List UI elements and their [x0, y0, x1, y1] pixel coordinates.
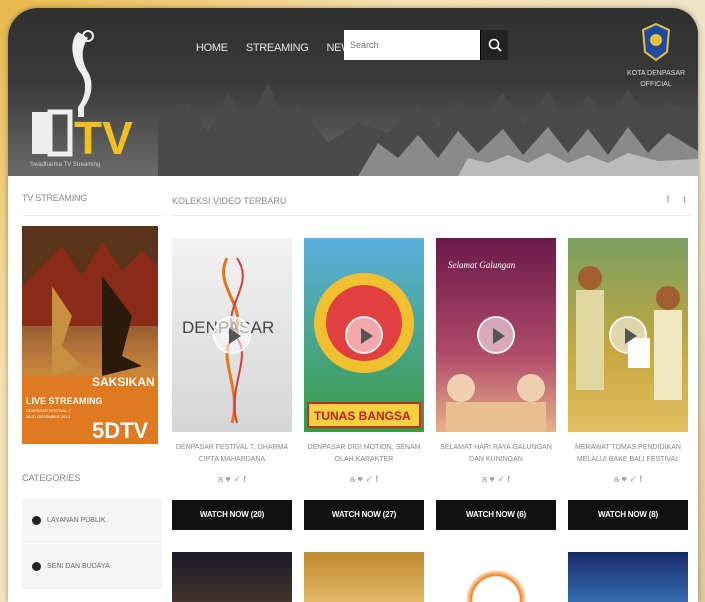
main-content: KOLEKSI VIDEO TERBARU f t DENPASAR DENPA…: [172, 186, 692, 602]
video-card: DENPASAR DENPASAR FESTIVAL 7, DHARMA CIP…: [172, 238, 292, 530]
video-thumbnail[interactable]: [436, 552, 556, 602]
search-icon: [488, 38, 502, 52]
svg-text:5DTV: 5DTV: [92, 418, 149, 443]
svg-text:SAKSIKAN: SAKSIKAN: [92, 375, 155, 389]
video-card: MERAWAT TOMAS PENDIDIKAN MELALUI BAKE BA…: [568, 238, 688, 530]
video-thumbnail[interactable]: Selamat Galungan: [436, 238, 556, 432]
watch-now-button[interactable]: WATCH NOW (8): [568, 500, 688, 530]
nav-home[interactable]: HOME: [196, 42, 228, 54]
video-card: TUNAS BANGSA DENPASAR DIGI MOTION, SENAM…: [304, 238, 424, 530]
browser-frame: TV Swadharma TV Streaming HOME STREAMING…: [8, 8, 698, 602]
watch-now-button[interactable]: WATCH NOW (6): [436, 500, 556, 530]
video-grid: DENPASAR DENPASAR FESTIVAL 7, DHARMA CIP…: [172, 238, 692, 530]
svg-text:LIVE STREAMING: LIVE STREAMING: [26, 396, 103, 406]
categories-list: LAYANAN PUBLIK SENI DAN BUDAYA: [22, 498, 162, 590]
play-icon[interactable]: [213, 316, 251, 354]
twitter-icon[interactable]: t: [683, 195, 686, 206]
sidebar: TV STREAMING SAKSIKAN LIVE STREAMING DEN…: [22, 186, 162, 602]
site-header: TV Swadharma TV Streaming HOME STREAMING…: [8, 8, 698, 176]
video-thumbnail[interactable]: DENPASAR: [172, 238, 292, 432]
svg-text:DENPASAR FESTIVAL 7: DENPASAR FESTIVAL 7: [26, 408, 71, 413]
category-item-layanan-publik[interactable]: LAYANAN PUBLIK: [22, 498, 162, 544]
header-temple-illustration: [158, 83, 698, 176]
video-thumbnail[interactable]: [568, 238, 688, 432]
share-icons[interactable]: a ♥ ✓ f: [304, 474, 424, 490]
watch-now-button[interactable]: WATCH NOW (27): [304, 500, 424, 530]
video-card: Selamat Galungan SELAMAT HARI RAYA GALUN…: [436, 238, 556, 530]
video-title[interactable]: DENPASAR FESTIVAL 7, DHARMA CIPTA MAHARD…: [172, 442, 292, 468]
video-collection-title: KOLEKSI VIDEO TERBARU: [172, 195, 287, 206]
nav-streaming[interactable]: STREAMING: [246, 42, 309, 54]
category-item-seni-budaya[interactable]: SENI DAN BUDAYA: [22, 544, 162, 590]
live-streaming-banner[interactable]: SAKSIKAN LIVE STREAMING DENPASAR FESTIVA…: [22, 226, 158, 444]
share-icons[interactable]: a ♥ ✓ f: [436, 474, 556, 490]
svg-text:TV: TV: [74, 112, 133, 164]
video-title[interactable]: MERAWAT TOMAS PENDIDIKAN MELALUI BAKE BA…: [568, 442, 688, 468]
video-title[interactable]: DENPASAR DIGI MOTION, SENAM OLAH KARAKTE…: [304, 442, 424, 468]
video-collection-header: KOLEKSI VIDEO TERBARU f t: [172, 186, 692, 216]
svg-text:TUNAS BANGSA: TUNAS BANGSA: [314, 409, 411, 423]
site-logo[interactable]: TV Swadharma TV Streaming: [18, 22, 158, 172]
video-thumbnail[interactable]: [172, 552, 292, 602]
video-thumbnail[interactable]: [304, 552, 424, 602]
search-button[interactable]: [480, 30, 508, 60]
categories-heading: CATEGORIES: [22, 473, 81, 483]
bullet-icon: [32, 562, 41, 571]
watch-now-button[interactable]: WATCH NOW (20): [172, 500, 292, 530]
search-bar: [344, 30, 508, 60]
share-icons[interactable]: a ♥ ✓ f: [172, 474, 292, 490]
tv-streaming-heading: TV STREAMING: [22, 186, 162, 216]
play-icon[interactable]: [345, 316, 383, 354]
play-icon[interactable]: [609, 316, 647, 354]
city-emblem-icon: [641, 22, 671, 62]
social-links: f t: [666, 195, 692, 206]
search-input[interactable]: [344, 30, 480, 60]
main-nav: HOME STREAMING NEWS: [196, 42, 359, 54]
video-grid-row-2: [172, 552, 692, 602]
play-icon[interactable]: [477, 316, 515, 354]
facebook-icon[interactable]: f: [666, 195, 669, 206]
video-title[interactable]: SELAMAT HARI RAYA GALUNGAN DAN KUNINGAN: [436, 442, 556, 468]
category-label: SENI DAN BUDAYA: [47, 563, 110, 570]
svg-text:Swadharma TV Streaming: Swadharma TV Streaming: [30, 162, 100, 168]
svg-text:28-31 DESEMBER 2014: 28-31 DESEMBER 2014: [26, 414, 71, 419]
bullet-icon: [32, 516, 41, 525]
svg-text:Selamat Galungan: Selamat Galungan: [448, 260, 516, 270]
video-thumbnail[interactable]: [568, 552, 688, 602]
share-icons[interactable]: a ♥ ✓ f: [568, 474, 688, 490]
video-thumbnail[interactable]: TUNAS BANGSA: [304, 238, 424, 432]
category-label: LAYANAN PUBLIK: [47, 517, 106, 524]
